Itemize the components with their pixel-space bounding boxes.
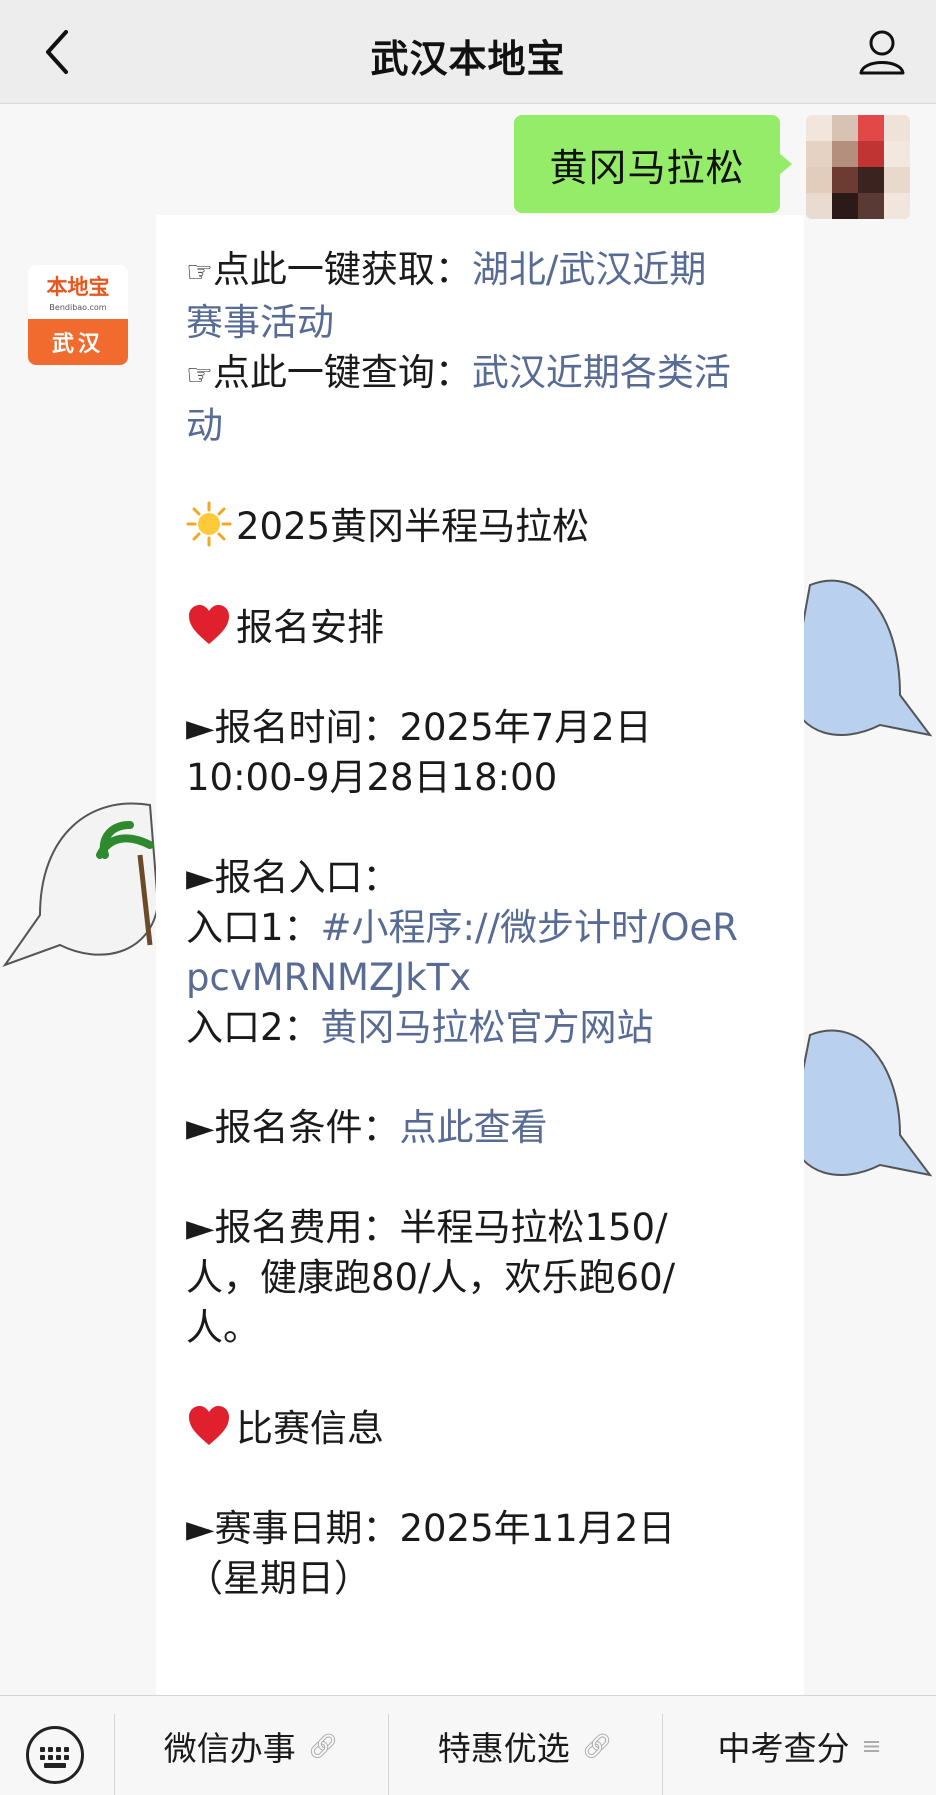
entry-label: ►报名入口： bbox=[186, 856, 400, 899]
mini-program-link[interactable]: #小程序://微步计时/OeR bbox=[321, 906, 738, 949]
menu-special-offers-label: 特惠优选 bbox=[437, 1729, 570, 1768]
fee-line3: 人。 bbox=[186, 1306, 260, 1349]
conditions-link[interactable]: 点此查看 bbox=[399, 1106, 547, 1149]
heart-icon bbox=[189, 605, 229, 644]
wuhan-activities-link-cont[interactable]: 动 bbox=[186, 401, 786, 451]
pointer-icon: ☞ bbox=[186, 358, 213, 393]
wuhan-activities-link[interactable]: 武汉近期各类活 bbox=[472, 351, 731, 394]
bendibao-avatar[interactable]: 本地宝 Bendibao.com 武汉 bbox=[28, 265, 128, 365]
menu-wechat-affairs-label: 微信办事 bbox=[163, 1729, 296, 1768]
person-icon bbox=[859, 30, 905, 75]
race-date-line2: （星期日） bbox=[186, 1557, 371, 1600]
menu-exam-scores[interactable]: 中考查分 ≡ bbox=[663, 1696, 936, 1795]
fee-line1: ►报名费用：半程马拉松150/ bbox=[186, 1206, 668, 1249]
profile-button[interactable] bbox=[852, 22, 912, 82]
logo-city: 武汉 bbox=[28, 319, 128, 365]
section-registration: 报名安排 bbox=[236, 606, 384, 649]
whale-doodle-left bbox=[2, 802, 160, 968]
official-site-link[interactable]: 黄冈马拉松官方网站 bbox=[321, 1006, 654, 1049]
link-icon: 🔗︎ bbox=[307, 1732, 339, 1760]
logo-text: 本地宝 bbox=[46, 274, 110, 299]
fetch-prefix: 点此一键获取： bbox=[212, 248, 472, 291]
menu-wechat-affairs[interactable]: 微信办事 🔗︎ bbox=[115, 1696, 387, 1795]
sun-icon bbox=[186, 501, 232, 547]
reg-time-line2: 10:00-9月28日18:00 bbox=[186, 756, 558, 799]
outgoing-message-text: 黄冈马拉松 bbox=[549, 145, 745, 190]
chat-area[interactable]: 黄冈马拉松 本地宝 Bendibao.com 武汉 ☞点此一键获取：湖北/武汉近… bbox=[0, 105, 936, 1695]
query-prefix: 点此一键查询： bbox=[212, 351, 472, 394]
cond-prefix: ►报名条件： bbox=[186, 1106, 400, 1149]
section-race-info: 比赛信息 bbox=[236, 1407, 384, 1450]
race-date-line1: ►赛事日期：2025年11月2日 bbox=[186, 1507, 676, 1550]
hubei-events-link-cont[interactable]: 赛事活动 bbox=[186, 298, 786, 348]
logo-domain: Bendibao.com bbox=[49, 303, 107, 312]
mini-program-link-cont[interactable]: pcvMRNMZJkTx bbox=[186, 953, 786, 1003]
entry2-prefix: 入口2： bbox=[186, 1006, 321, 1049]
hubei-events-link[interactable]: 湖北/武汉近期 bbox=[472, 248, 706, 291]
keyboard-icon[interactable] bbox=[26, 1726, 84, 1784]
menu-exam-scores-label: 中考查分 bbox=[717, 1729, 850, 1768]
nav-header: 武汉本地宝 bbox=[0, 0, 936, 104]
user-avatar[interactable] bbox=[806, 115, 910, 219]
page-title: 武汉本地宝 bbox=[370, 37, 566, 81]
bottom-menu-bar: 微信办事 🔗︎ 特惠优选 🔗︎ 中考查分 ≡ bbox=[0, 1695, 936, 1795]
reg-time-line1: ►报名时间：2025年7月2日 bbox=[186, 706, 652, 749]
menu-special-offers[interactable]: 特惠优选 🔗︎ bbox=[389, 1696, 661, 1795]
message-body: ☞点此一键获取：湖北/武汉近期 赛事活动 ☞点此一键查询：武汉近期各类活 动 2… bbox=[186, 245, 786, 1604]
menu-lines-icon: ≡ bbox=[861, 1732, 882, 1760]
entry1-prefix: 入口1： bbox=[186, 906, 321, 949]
outgoing-message-bubble[interactable]: 黄冈马拉松 bbox=[514, 115, 792, 213]
fee-line2: 人，健康跑80/人，欢乐跑60/ bbox=[186, 1256, 676, 1299]
incoming-message-card: ☞点此一键获取：湖北/武汉近期 赛事活动 ☞点此一键查询：武汉近期各类活 动 2… bbox=[156, 215, 804, 1695]
link-icon: 🔗︎ bbox=[581, 1732, 613, 1760]
pointer-icon: ☞ bbox=[186, 255, 213, 290]
heart-icon bbox=[189, 1406, 229, 1445]
event-title: 2025黄冈半程马拉松 bbox=[236, 505, 590, 548]
